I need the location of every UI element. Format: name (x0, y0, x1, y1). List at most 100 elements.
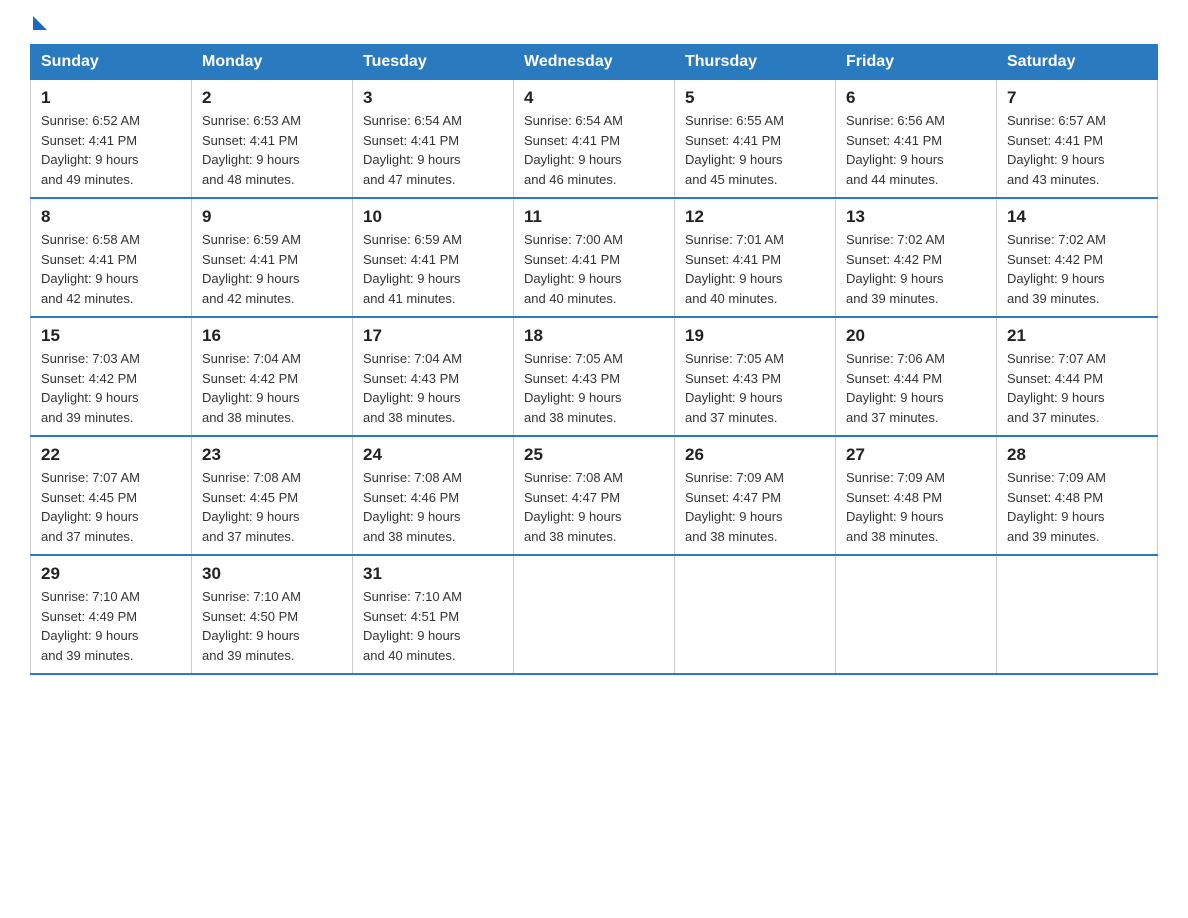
calendar-day-cell: 5Sunrise: 6:55 AMSunset: 4:41 PMDaylight… (675, 80, 836, 199)
day-number: 8 (41, 207, 181, 227)
day-number: 18 (524, 326, 664, 346)
day-info: Sunrise: 7:09 AMSunset: 4:48 PMDaylight:… (1007, 468, 1147, 546)
day-number: 4 (524, 88, 664, 108)
weekday-header-sunday: Sunday (31, 45, 192, 80)
calendar-day-cell: 30 Sunrise: 7:10 AMSunset: 4:50 PMDayligh… (192, 555, 353, 674)
day-info: Sunrise: 6:55 AMSunset: 4:41 PMDaylight:… (685, 111, 825, 189)
day-number: 19 (685, 326, 825, 346)
day-number: 17 (363, 326, 503, 346)
weekday-header-friday: Friday (836, 45, 997, 80)
calendar-day-cell: 1 Sunrise: 6:52 AMSunset: 4:41 PMDaylight… (31, 80, 192, 199)
weekday-header-saturday: Saturday (997, 45, 1158, 80)
day-number: 12 (685, 207, 825, 227)
day-number: 24 (363, 445, 503, 465)
calendar-day-cell: 11Sunrise: 7:00 AMSunset: 4:41 PMDayligh… (514, 198, 675, 317)
day-number: 25 (524, 445, 664, 465)
day-info: Sunrise: 6:53 AMSunset: 4:41 PMDaylight:… (202, 111, 342, 189)
day-number: 30 (202, 564, 342, 584)
day-number: 7 (1007, 88, 1147, 108)
day-info: Sunrise: 7:10 AMSunset: 4:50 PMDaylight:… (202, 587, 342, 665)
calendar-day-cell: 24 Sunrise: 7:08 AMSunset: 4:46 PMDayligh… (353, 436, 514, 555)
calendar-day-cell: 25Sunrise: 7:08 AMSunset: 4:47 PMDayligh… (514, 436, 675, 555)
day-info: Sunrise: 7:07 AMSunset: 4:44 PMDaylight:… (1007, 349, 1147, 427)
calendar-day-cell: 14 Sunrise: 7:02 AMSunset: 4:42 PMDayligh… (997, 198, 1158, 317)
calendar-day-cell: 6 Sunrise: 6:56 AMSunset: 4:41 PMDaylight… (836, 80, 997, 199)
calendar-week-row: 8 Sunrise: 6:58 AMSunset: 4:41 PMDaylight… (31, 198, 1158, 317)
day-info: Sunrise: 7:10 AMSunset: 4:49 PMDaylight:… (41, 587, 181, 665)
day-info: Sunrise: 7:08 AMSunset: 4:46 PMDaylight:… (363, 468, 503, 546)
calendar-week-row: 1 Sunrise: 6:52 AMSunset: 4:41 PMDaylight… (31, 80, 1158, 199)
day-info: Sunrise: 6:52 AMSunset: 4:41 PMDaylight:… (41, 111, 181, 189)
calendar-day-cell: 2 Sunrise: 6:53 AMSunset: 4:41 PMDaylight… (192, 80, 353, 199)
day-number: 15 (41, 326, 181, 346)
day-info: Sunrise: 7:02 AMSunset: 4:42 PMDaylight:… (846, 230, 986, 308)
calendar-day-cell: 8 Sunrise: 6:58 AMSunset: 4:41 PMDaylight… (31, 198, 192, 317)
day-number: 27 (846, 445, 986, 465)
calendar-day-cell: 29 Sunrise: 7:10 AMSunset: 4:49 PMDayligh… (31, 555, 192, 674)
calendar-day-cell: 20Sunrise: 7:06 AMSunset: 4:44 PMDayligh… (836, 317, 997, 436)
calendar-day-cell: 21 Sunrise: 7:07 AMSunset: 4:44 PMDayligh… (997, 317, 1158, 436)
page-header (30, 20, 1158, 26)
day-number: 21 (1007, 326, 1147, 346)
day-number: 2 (202, 88, 342, 108)
day-number: 31 (363, 564, 503, 584)
empty-day-cell (514, 555, 675, 674)
day-info: Sunrise: 7:01 AMSunset: 4:41 PMDaylight:… (685, 230, 825, 308)
calendar-day-cell: 15 Sunrise: 7:03 AMSunset: 4:42 PMDayligh… (31, 317, 192, 436)
logo-triangle-icon (33, 16, 47, 30)
day-info: Sunrise: 7:00 AMSunset: 4:41 PMDaylight:… (524, 230, 664, 308)
day-number: 1 (41, 88, 181, 108)
calendar-week-row: 15 Sunrise: 7:03 AMSunset: 4:42 PMDayligh… (31, 317, 1158, 436)
calendar-day-cell: 27 Sunrise: 7:09 AMSunset: 4:48 PMDayligh… (836, 436, 997, 555)
day-info: Sunrise: 7:10 AMSunset: 4:51 PMDaylight:… (363, 587, 503, 665)
day-number: 3 (363, 88, 503, 108)
day-info: Sunrise: 7:03 AMSunset: 4:42 PMDaylight:… (41, 349, 181, 427)
day-number: 29 (41, 564, 181, 584)
day-info: Sunrise: 6:59 AMSunset: 4:41 PMDaylight:… (363, 230, 503, 308)
day-info: Sunrise: 7:04 AMSunset: 4:43 PMDaylight:… (363, 349, 503, 427)
day-number: 28 (1007, 445, 1147, 465)
day-info: Sunrise: 6:59 AMSunset: 4:41 PMDaylight:… (202, 230, 342, 308)
calendar-day-cell: 17 Sunrise: 7:04 AMSunset: 4:43 PMDayligh… (353, 317, 514, 436)
day-number: 26 (685, 445, 825, 465)
day-info: Sunrise: 6:56 AMSunset: 4:41 PMDaylight:… (846, 111, 986, 189)
day-info: Sunrise: 7:07 AMSunset: 4:45 PMDaylight:… (41, 468, 181, 546)
calendar-day-cell: 10 Sunrise: 6:59 AMSunset: 4:41 PMDayligh… (353, 198, 514, 317)
empty-day-cell (675, 555, 836, 674)
day-number: 20 (846, 326, 986, 346)
weekday-header-wednesday: Wednesday (514, 45, 675, 80)
empty-day-cell (997, 555, 1158, 674)
day-info: Sunrise: 6:58 AMSunset: 4:41 PMDaylight:… (41, 230, 181, 308)
calendar-day-cell: 12 Sunrise: 7:01 AMSunset: 4:41 PMDayligh… (675, 198, 836, 317)
calendar-day-cell: 18 Sunrise: 7:05 AMSunset: 4:43 PMDayligh… (514, 317, 675, 436)
calendar-day-cell: 26Sunrise: 7:09 AMSunset: 4:47 PMDayligh… (675, 436, 836, 555)
calendar-table: SundayMondayTuesdayWednesdayThursdayFrid… (30, 44, 1158, 675)
day-info: Sunrise: 7:09 AMSunset: 4:48 PMDaylight:… (846, 468, 986, 546)
day-number: 13 (846, 207, 986, 227)
day-info: Sunrise: 7:08 AMSunset: 4:45 PMDaylight:… (202, 468, 342, 546)
calendar-day-cell: 7 Sunrise: 6:57 AMSunset: 4:41 PMDaylight… (997, 80, 1158, 199)
calendar-day-cell: 4 Sunrise: 6:54 AMSunset: 4:41 PMDaylight… (514, 80, 675, 199)
day-info: Sunrise: 7:05 AMSunset: 4:43 PMDaylight:… (685, 349, 825, 427)
calendar-week-row: 29 Sunrise: 7:10 AMSunset: 4:49 PMDayligh… (31, 555, 1158, 674)
calendar-day-cell: 19 Sunrise: 7:05 AMSunset: 4:43 PMDayligh… (675, 317, 836, 436)
logo-text (30, 20, 47, 30)
day-number: 22 (41, 445, 181, 465)
day-info: Sunrise: 7:04 AMSunset: 4:42 PMDaylight:… (202, 349, 342, 427)
logo (30, 20, 47, 26)
weekday-header-monday: Monday (192, 45, 353, 80)
day-number: 9 (202, 207, 342, 227)
day-number: 6 (846, 88, 986, 108)
day-info: Sunrise: 6:57 AMSunset: 4:41 PMDaylight:… (1007, 111, 1147, 189)
day-info: Sunrise: 7:02 AMSunset: 4:42 PMDaylight:… (1007, 230, 1147, 308)
calendar-day-cell: 22 Sunrise: 7:07 AMSunset: 4:45 PMDayligh… (31, 436, 192, 555)
day-number: 10 (363, 207, 503, 227)
calendar-day-cell: 23Sunrise: 7:08 AMSunset: 4:45 PMDayligh… (192, 436, 353, 555)
calendar-day-cell: 13 Sunrise: 7:02 AMSunset: 4:42 PMDayligh… (836, 198, 997, 317)
weekday-header-thursday: Thursday (675, 45, 836, 80)
day-number: 14 (1007, 207, 1147, 227)
weekday-header-tuesday: Tuesday (353, 45, 514, 80)
day-info: Sunrise: 6:54 AMSunset: 4:41 PMDaylight:… (524, 111, 664, 189)
calendar-day-cell: 28 Sunrise: 7:09 AMSunset: 4:48 PMDayligh… (997, 436, 1158, 555)
day-info: Sunrise: 7:05 AMSunset: 4:43 PMDaylight:… (524, 349, 664, 427)
